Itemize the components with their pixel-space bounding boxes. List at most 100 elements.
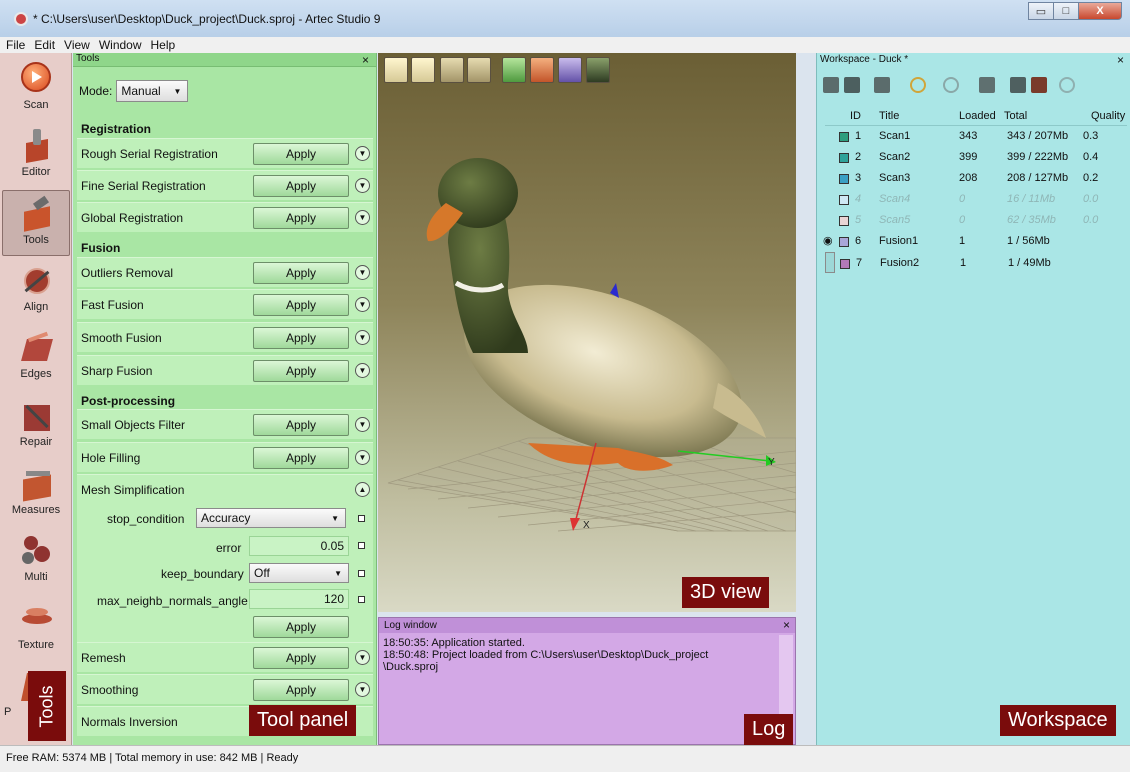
expand-chevron-icon[interactable]: ▼ — [355, 330, 370, 345]
expand-chevron-icon[interactable]: ▼ — [355, 363, 370, 378]
expand-chevron-icon[interactable]: ▼ — [355, 178, 370, 193]
expand-chevron-icon[interactable]: ▼ — [355, 210, 370, 225]
minimize-button[interactable]: ▭ — [1028, 2, 1054, 20]
color-swatch[interactable] — [839, 132, 849, 142]
apply-button[interactable]: Apply — [253, 262, 349, 284]
col-id[interactable]: ID — [850, 110, 861, 122]
workspace-close-icon[interactable]: × — [1117, 53, 1124, 67]
expand-chevron-icon[interactable]: ▼ — [355, 146, 370, 161]
3d-viewport[interactable]: X Y 3D view — [378, 53, 796, 612]
log-close-icon[interactable]: × — [783, 618, 790, 633]
menu-help[interactable]: Help — [151, 38, 176, 52]
scene-svg: X Y — [387, 158, 796, 532]
table-row[interactable]: 3 Scan3 208 208 / 127Mb 0.2 — [825, 168, 1127, 189]
expand-chevron-icon[interactable]: ▼ — [355, 417, 370, 432]
log-line: 18:50:35: Application started. — [383, 637, 525, 649]
expand-chevron-icon[interactable]: ▼ — [355, 650, 370, 665]
sidebar-item-repair[interactable]: Repair — [2, 393, 70, 459]
workspace-table: ID Title Loaded Total Quality 1 Scan1 343 3… — [823, 106, 1127, 276]
table-row[interactable]: 1 Scan1 343 343 / 207Mb 0.3 — [825, 126, 1127, 147]
color-swatch[interactable] — [840, 259, 850, 269]
tool-label: Hole Filling — [81, 451, 141, 465]
angle-input[interactable]: 120 — [249, 589, 349, 609]
color-swatch[interactable] — [839, 174, 849, 184]
apply-button[interactable]: Apply — [253, 360, 349, 382]
apply-button[interactable]: Apply — [253, 679, 349, 701]
apply-button[interactable]: Apply — [253, 207, 349, 229]
table-row[interactable]: 2 Scan2 399 399 / 222Mb 0.4 — [825, 147, 1127, 168]
param-checkbox[interactable] — [358, 596, 365, 603]
redo-icon[interactable] — [943, 77, 959, 93]
import-icon[interactable] — [823, 77, 839, 93]
sidebar-item-multi[interactable]: Multi — [2, 528, 70, 594]
delete-icon[interactable] — [1031, 77, 1047, 93]
tool-row-fine: Fine Serial Registration Apply ▼ — [77, 170, 373, 200]
left-toolbar: Scan Editor Tools Align Edges Repair Mea… — [0, 53, 72, 745]
apply-button[interactable]: Apply — [253, 143, 349, 165]
apply-button[interactable]: Apply — [253, 616, 349, 638]
param-checkbox[interactable] — [358, 570, 365, 577]
apply-button[interactable]: Apply — [253, 294, 349, 316]
color-swatch[interactable] — [839, 195, 849, 205]
table-row[interactable]: 7 Fusion2 1 1 / 49Mb — [825, 252, 1051, 273]
apply-button[interactable]: Apply — [253, 414, 349, 436]
apply-button[interactable]: Apply — [253, 647, 349, 669]
expand-chevron-icon[interactable]: ▼ — [355, 450, 370, 465]
copy-icon[interactable] — [979, 77, 995, 93]
error-input[interactable]: 0.05 — [249, 536, 349, 556]
table-row[interactable]: 5 Scan5 0 62 / 35Mb 0.0 — [825, 210, 1127, 231]
apply-button[interactable]: Apply — [253, 447, 349, 469]
cell-id: 3 — [855, 172, 862, 184]
menu-edit[interactable]: Edit — [34, 38, 55, 52]
color-swatch[interactable] — [839, 153, 849, 163]
cell-id: 1 — [855, 130, 862, 142]
tool-row-fast-fusion: Fast Fusion Apply ▼ — [77, 289, 373, 319]
expand-chevron-icon[interactable]: ▼ — [355, 265, 370, 280]
keep-boundary-dropdown[interactable]: Off ▼ — [249, 563, 349, 583]
col-quality[interactable]: Quality — [1091, 110, 1125, 122]
collapse-chevron-icon[interactable]: ▲ — [355, 482, 370, 497]
menu-view[interactable]: View — [64, 38, 90, 52]
expand-chevron-icon[interactable]: ▼ — [355, 297, 370, 312]
cell-title: Scan4 — [879, 193, 911, 205]
gear-icon[interactable] — [1059, 77, 1075, 93]
table-row[interactable]: ◉ 6 Fusion1 1 1 / 56Mb — [823, 231, 1127, 252]
col-total[interactable]: Total — [1004, 110, 1027, 122]
measures-icon — [18, 467, 54, 502]
save-icon[interactable] — [874, 77, 890, 93]
scan-icon — [18, 62, 54, 96]
table-row[interactable]: 4 Scan4 0 16 / 11Mb 0.0 — [825, 189, 1127, 210]
cell-total: 399 / 222Mb — [1007, 151, 1069, 163]
maximize-button[interactable]: □ — [1053, 2, 1079, 20]
export-icon[interactable] — [844, 77, 860, 93]
color-swatch[interactable] — [839, 237, 849, 247]
sidebar-item-align[interactable]: Align — [2, 258, 70, 324]
menu-window[interactable]: Window — [99, 38, 142, 52]
sidebar-item-measures[interactable]: Measures — [2, 461, 70, 527]
sidebar-item-scan[interactable]: Scan — [2, 56, 70, 122]
stop-condition-dropdown[interactable]: Accuracy ▼ — [196, 508, 346, 528]
cell-loaded: 0 — [959, 214, 966, 226]
param-checkbox[interactable] — [358, 515, 365, 522]
param-checkbox[interactable] — [358, 542, 365, 549]
sidebar-item-editor[interactable]: Editor — [2, 123, 70, 189]
close-button[interactable]: X — [1078, 2, 1122, 20]
undo-icon[interactable] — [910, 77, 926, 93]
list-icon[interactable] — [1010, 77, 1026, 93]
apply-button[interactable]: Apply — [253, 175, 349, 197]
repair-icon — [18, 399, 54, 433]
tool-panel-close-icon[interactable]: × — [362, 53, 369, 67]
expand-chevron-icon[interactable]: ▼ — [355, 682, 370, 697]
menu-file[interactable]: File — [6, 38, 25, 52]
col-loaded[interactable]: Loaded — [959, 110, 996, 122]
workspace-header: Workspace - Duck * × — [820, 53, 1124, 67]
mode-dropdown[interactable]: Manual ▼ — [116, 80, 189, 102]
visibility-eye-icon[interactable]: ◉ — [823, 234, 833, 247]
col-title[interactable]: Title — [879, 110, 899, 122]
sidebar-item-tools[interactable]: Tools — [2, 190, 70, 256]
color-swatch[interactable] — [839, 216, 849, 226]
sidebar-item-edges[interactable]: Edges — [2, 325, 70, 391]
apply-button[interactable]: Apply — [253, 327, 349, 349]
section-registration: Registration — [81, 122, 152, 136]
sidebar-item-texture[interactable]: Texture — [2, 596, 70, 662]
